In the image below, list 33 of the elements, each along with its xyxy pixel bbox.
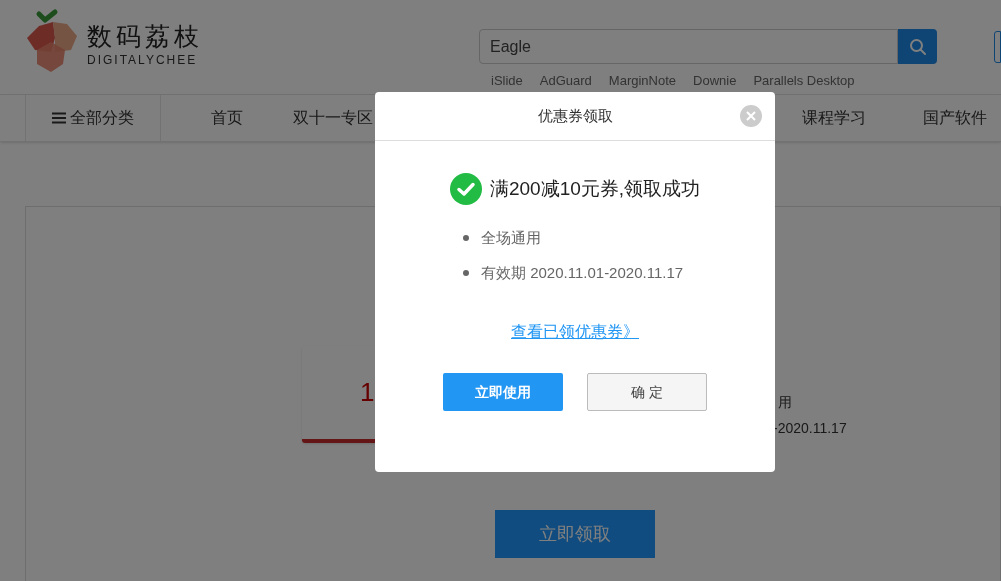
dialog-title: 优惠券领取 xyxy=(537,105,613,126)
nav-link[interactable]: 国产软件 xyxy=(923,106,987,130)
search-field[interactable]: Eagle xyxy=(479,29,898,64)
view-coupons-link[interactable]: 查看已领优惠券》 xyxy=(511,320,639,344)
hot-keyword-link[interactable]: Downie xyxy=(693,71,737,91)
hot-keyword-link[interactable]: MarginNote xyxy=(608,71,677,91)
success-icon xyxy=(449,173,482,205)
logo-text: 数码荔枝 xyxy=(87,21,203,51)
coupon-usage-text: 用 xyxy=(778,393,792,412)
all-categories-link[interactable]: 全部分类 xyxy=(52,106,134,130)
logo-subtitle: DIGITALYCHEE xyxy=(87,52,199,69)
search-button[interactable] xyxy=(898,29,937,64)
coupon-amount: 1 xyxy=(360,376,375,409)
close-button[interactable] xyxy=(740,105,762,127)
menu-icon xyxy=(52,112,66,124)
coupon-validity-text: -2020.11.17 xyxy=(773,419,847,438)
hot-keyword-link[interactable]: Parallels Desktop xyxy=(753,71,855,91)
confirm-button[interactable]: 确 定 xyxy=(587,373,707,411)
hot-keyword-link[interactable]: iSlide xyxy=(491,71,523,91)
nav-link[interactable]: 双十一专区 xyxy=(293,106,373,130)
success-message: 满200减10元券,领取成功 xyxy=(489,176,701,201)
nav-link[interactable]: 课程学习 xyxy=(802,106,866,130)
hot-keyword-link[interactable]: AdGuard xyxy=(539,71,592,91)
header-button[interactable] xyxy=(994,31,1001,63)
bullet-icon xyxy=(463,269,469,276)
nav-link[interactable]: 首页 xyxy=(211,106,243,130)
search-icon xyxy=(908,37,927,56)
detail-text: 有效期 2020.11.01-2020.11.17 xyxy=(481,262,684,283)
bullet-icon xyxy=(463,235,469,242)
detail-text: 全场通用 xyxy=(481,228,541,248)
close-icon xyxy=(746,111,756,121)
claim-button[interactable]: 立即领取 xyxy=(495,510,655,558)
use-now-button[interactable]: 立即使用 xyxy=(443,373,563,411)
